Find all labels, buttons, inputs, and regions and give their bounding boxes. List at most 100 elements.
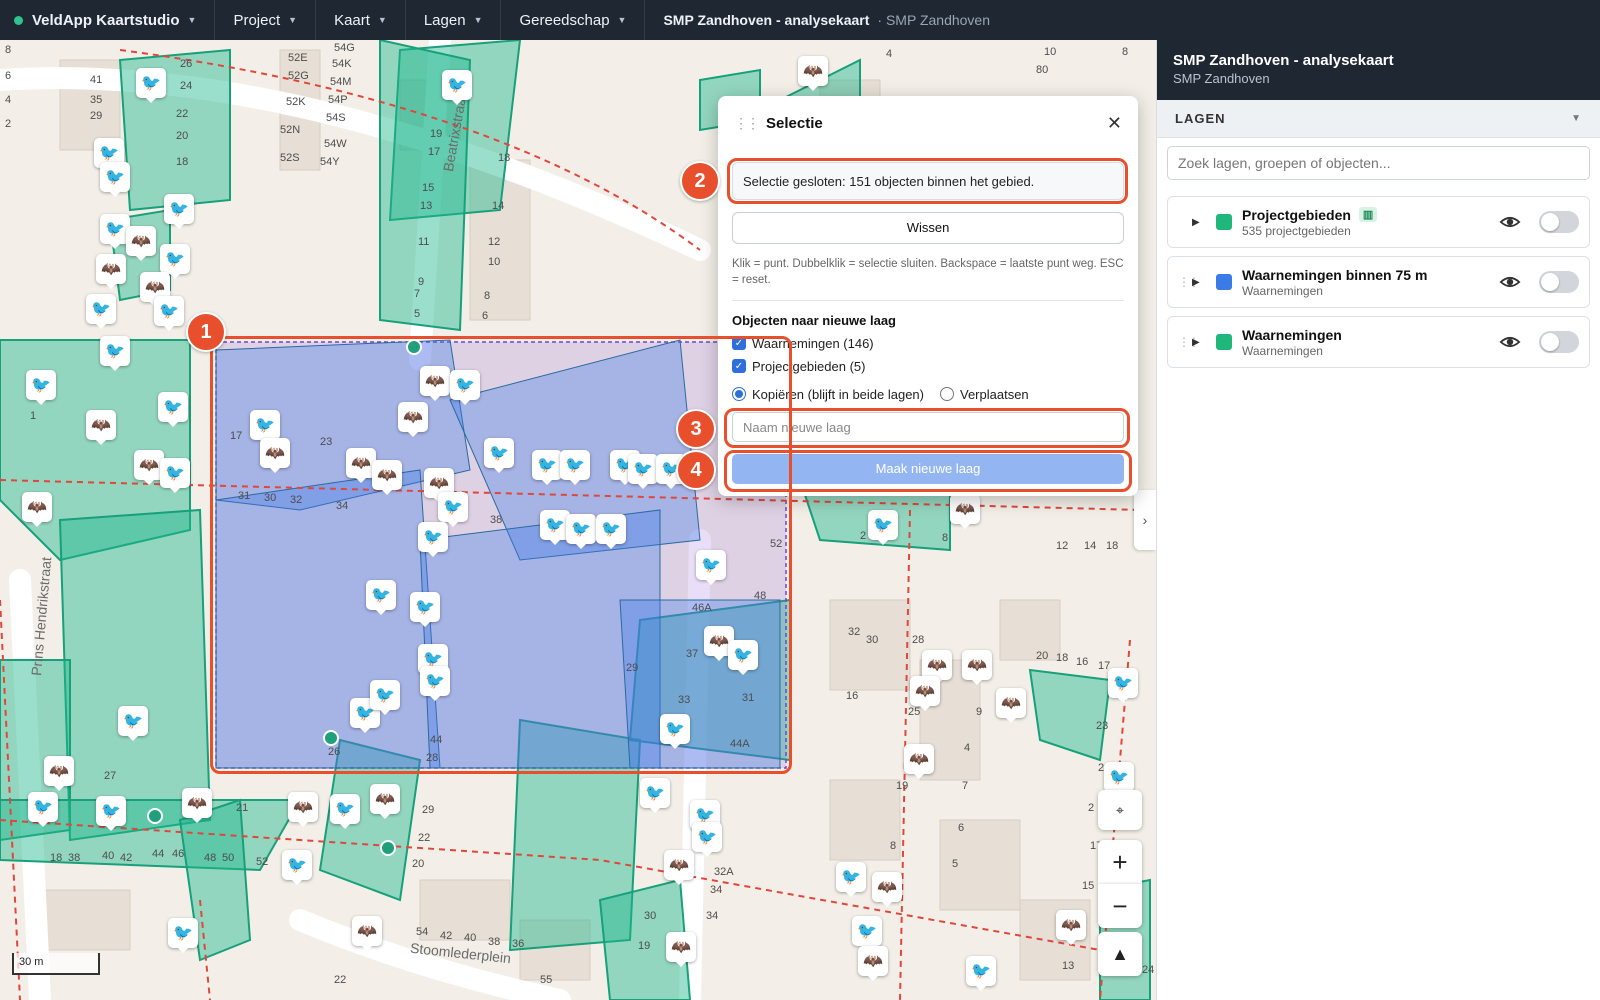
observation-marker[interactable]: 🦇 — [798, 56, 828, 91]
observation-marker[interactable]: 🐦 — [410, 592, 440, 627]
observation-marker[interactable]: 🐦 — [450, 370, 480, 405]
checkbox-checked-icon[interactable]: ✓ — [732, 359, 746, 373]
zoom-in-button[interactable]: + — [1098, 840, 1142, 884]
observation-marker[interactable]: 🐦 — [28, 792, 58, 827]
observation-marker[interactable]: 🐦 — [330, 794, 360, 829]
drag-handle-icon[interactable]: ⋮⋮ — [734, 115, 760, 132]
observation-marker[interactable]: 🐦 — [86, 294, 116, 329]
checkbox-waarnemingen[interactable]: ✓ Waarnemingen (146) — [732, 335, 1124, 351]
observation-marker[interactable]: 🐦 — [836, 862, 866, 897]
zoom-out-button[interactable]: − — [1098, 884, 1142, 928]
observation-marker[interactable]: 🐦 — [100, 162, 130, 197]
create-layer-button[interactable]: Maak nieuwe laag — [732, 454, 1124, 484]
clear-selection-button[interactable]: Wissen — [732, 212, 1124, 244]
observation-marker[interactable]: 🦇 — [372, 460, 402, 495]
observation-marker[interactable]: 🐦 — [696, 550, 726, 585]
eye-icon[interactable] — [1499, 271, 1521, 293]
radio-verplaatsen[interactable] — [940, 387, 954, 401]
observation-marker[interactable]: 🦇 — [664, 850, 694, 885]
observation-marker[interactable]: 🦇 — [950, 494, 980, 529]
observation-marker[interactable]: 🐦 — [370, 680, 400, 715]
observation-marker[interactable]: 🐦 — [168, 918, 198, 953]
layer-row-waarnemingen-75m[interactable]: ⋮⋮ ▶ Waarnemingen binnen 75 m Waarneming… — [1167, 256, 1590, 308]
observation-marker[interactable]: 🐦 — [868, 510, 898, 545]
layer-visibility-toggle[interactable] — [1539, 331, 1579, 353]
observation-marker[interactable]: 🐦 — [628, 454, 658, 489]
observation-marker[interactable]: 🐦 — [1108, 668, 1138, 703]
observation-marker[interactable]: 🦇 — [420, 366, 450, 401]
observation-marker[interactable]: 🐦 — [596, 514, 626, 549]
drag-handle-icon[interactable]: ⋮⋮ — [1178, 335, 1200, 349]
observation-marker[interactable]: 🐦 — [728, 640, 758, 675]
observation-marker[interactable]: 🦇 — [352, 916, 382, 951]
layer-visibility-toggle[interactable] — [1539, 271, 1579, 293]
observation-marker[interactable]: 🐦 — [484, 438, 514, 473]
observation-marker[interactable]: 🐦 — [96, 796, 126, 831]
observation-marker[interactable]: 🦇 — [288, 792, 318, 827]
observation-marker[interactable]: 🦇 — [962, 650, 992, 685]
checkbox-checked-icon[interactable]: ✓ — [732, 336, 746, 350]
observation-marker[interactable]: 🐦 — [420, 666, 450, 701]
locate-button[interactable]: ⌖ — [1098, 790, 1142, 830]
observation-marker[interactable]: 🐦 — [692, 822, 722, 857]
observation-marker[interactable]: 🐦 — [26, 370, 56, 405]
observation-marker[interactable]: 🦇 — [22, 492, 52, 527]
close-icon[interactable]: ✕ — [1107, 113, 1122, 134]
layers-section-header[interactable]: LAGEN ▼ — [1157, 100, 1600, 138]
observation-marker[interactable]: 🦇 — [260, 438, 290, 473]
observation-marker[interactable]: 🦇 — [996, 688, 1026, 723]
checkbox-projectgebieden[interactable]: ✓ Projectgebieden (5) — [732, 358, 1124, 374]
menu-lagen[interactable]: Lagen ▼ — [406, 0, 502, 40]
observation-marker[interactable]: 🦇 — [126, 226, 156, 261]
observation-marker[interactable]: 🐦 — [438, 492, 468, 527]
observation-marker[interactable]: 🐦 — [136, 68, 166, 103]
observation-marker[interactable]: 🦇 — [370, 784, 400, 819]
observation-marker[interactable]: 🦇 — [398, 402, 428, 437]
observation-marker[interactable]: 🦇 — [858, 946, 888, 981]
observation-marker[interactable]: 🐦 — [160, 244, 190, 279]
observation-marker[interactable]: 🐦 — [282, 850, 312, 885]
app-brand-menu[interactable]: VeldApp Kaartstudio ▼ — [0, 0, 216, 40]
observation-marker[interactable]: 🦇 — [904, 744, 934, 779]
eye-icon[interactable] — [1499, 211, 1521, 233]
observation-marker[interactable]: 🦇 — [666, 932, 696, 967]
radio-kopieren[interactable] — [732, 387, 746, 401]
observation-marker[interactable]: 🐦 — [566, 514, 596, 549]
observation-marker[interactable]: 🐦 — [660, 714, 690, 749]
drag-handle-icon[interactable]: ⋮⋮ — [1178, 275, 1200, 289]
observation-marker[interactable]: 🐦 — [532, 450, 562, 485]
layer-row-waarnemingen[interactable]: ⋮⋮ ▶ Waarnemingen Waarnemingen — [1167, 316, 1590, 368]
observation-marker[interactable]: 🐦 — [250, 410, 280, 445]
observation-marker[interactable]: 🐦 — [442, 70, 472, 105]
observation-marker[interactable]: 🦇 — [86, 410, 116, 445]
observation-marker[interactable]: 🐦 — [100, 336, 130, 371]
observation-marker[interactable]: 🦇 — [910, 676, 940, 711]
observation-marker[interactable]: 🐦 — [158, 392, 188, 427]
layer-search-input[interactable]: Zoek lagen, groepen of objecten... — [1167, 146, 1590, 180]
expand-triangle-icon[interactable]: ▶ — [1192, 217, 1210, 228]
compass-north-icon[interactable]: ▲ — [1098, 932, 1142, 976]
observation-marker[interactable]: 🐦 — [154, 296, 184, 331]
expand-triangle-icon[interactable]: ▶ — [1192, 337, 1210, 348]
observation-marker[interactable]: 🐦 — [118, 706, 148, 741]
observation-marker[interactable]: 🐦 — [366, 580, 396, 615]
observation-marker[interactable]: 🦇 — [96, 254, 126, 289]
observation-marker[interactable]: 🐦 — [560, 450, 590, 485]
menu-project[interactable]: Project ▼ — [215, 0, 317, 40]
panel-collapse-button[interactable]: › — [1134, 490, 1156, 550]
menu-kaart[interactable]: Kaart ▼ — [316, 0, 406, 40]
new-layer-name-input[interactable]: Naam nieuwe laag — [732, 412, 1124, 442]
observation-marker[interactable]: 🐦 — [640, 778, 670, 813]
observation-marker[interactable]: 🐦 — [164, 194, 194, 229]
observation-marker[interactable]: 🦇 — [1056, 910, 1086, 945]
eye-icon[interactable] — [1499, 331, 1521, 353]
observation-marker[interactable]: 🐦 — [160, 458, 190, 493]
observation-marker[interactable]: 🦇 — [44, 756, 74, 791]
menu-gereedschap[interactable]: Gereedschap ▼ — [501, 0, 646, 40]
layer-visibility-toggle[interactable] — [1539, 211, 1579, 233]
observation-marker[interactable]: 🐦 — [966, 956, 996, 991]
expand-triangle-icon[interactable]: ▶ — [1192, 277, 1210, 288]
observation-marker[interactable]: 🐦 — [1104, 762, 1134, 797]
observation-marker[interactable]: 🐦 — [852, 916, 882, 951]
observation-marker[interactable]: 🐦 — [418, 522, 448, 557]
